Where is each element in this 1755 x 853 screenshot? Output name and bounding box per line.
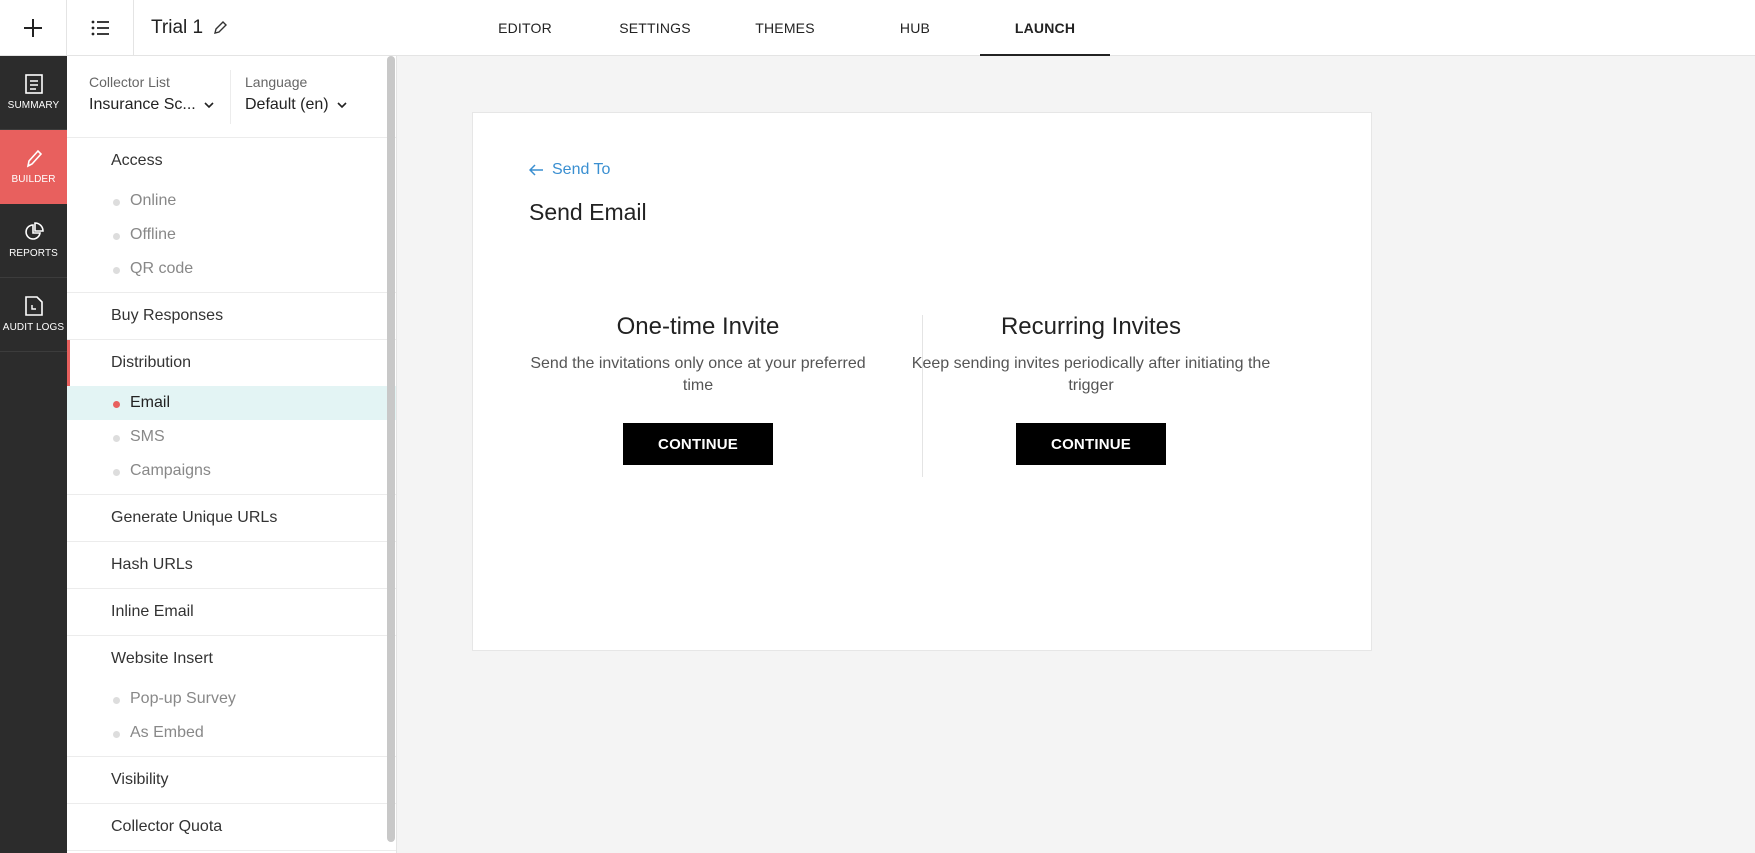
sidebar-item-popup-survey[interactable]: Pop-up Survey	[67, 682, 396, 716]
sidebar-item-online[interactable]: Online	[67, 184, 396, 218]
pie-chart-icon	[24, 222, 44, 240]
section-collector-quota: Collector Quota	[67, 804, 396, 851]
add-button[interactable]	[0, 0, 67, 55]
top-bar: Trial 1 EDITOR SETTINGS THEMES HUB LAUNC…	[0, 0, 1755, 56]
back-link-label: Send To	[552, 161, 611, 178]
rail-label: REPORTS	[9, 248, 58, 259]
rail-item-builder[interactable]: BUILDER	[0, 130, 67, 204]
language-select[interactable]: Language Default (en)	[245, 74, 347, 114]
audit-log-icon	[24, 296, 43, 316]
arrow-left-icon	[529, 164, 543, 176]
section-title-distribution[interactable]: Distribution	[67, 340, 396, 386]
section-title-buy-responses[interactable]: Buy Responses	[67, 293, 396, 339]
main-tabs: EDITOR SETTINGS THEMES HUB LAUNCH	[460, 0, 1110, 56]
send-email-card: Send To Send Email One-time Invite Send …	[472, 112, 1372, 651]
survey-title: Trial 1	[151, 0, 228, 55]
sidebar-scrollbar[interactable]	[387, 56, 395, 842]
sidebar-item-email[interactable]: Email	[67, 386, 396, 420]
one-time-invite-option: One-time Invite Send the invitations onl…	[518, 313, 878, 465]
tab-editor[interactable]: EDITOR	[460, 0, 590, 55]
collector-select[interactable]: Collector List Insurance Sc...	[89, 74, 214, 114]
left-rail: SUMMARY BUILDER REPORTS AUDIT LOGS	[0, 56, 67, 853]
option-description: Keep sending invites periodically after …	[911, 355, 1271, 394]
sidebar-item-qr-code[interactable]: QR code	[67, 252, 396, 286]
sidebar-item-offline[interactable]: Offline	[67, 218, 396, 252]
section-title-access[interactable]: Access	[67, 138, 396, 184]
sidebar-item-as-embed[interactable]: As Embed	[67, 716, 396, 750]
summary-icon	[24, 74, 43, 94]
launch-sidebar: Collector List Insurance Sc... Language …	[67, 56, 397, 853]
sidebar-item-campaigns[interactable]: Campaigns	[67, 454, 396, 488]
pencil-icon	[214, 21, 228, 34]
menu-button[interactable]	[67, 0, 134, 55]
rail-label: SUMMARY	[7, 100, 60, 111]
rail-label: AUDIT LOGS	[2, 322, 65, 333]
language-label: Language	[245, 74, 308, 90]
divider	[230, 70, 231, 124]
edit-title-button[interactable]	[213, 20, 228, 35]
collector-value[interactable]: Insurance Sc...	[89, 96, 214, 114]
section-unique-urls: Generate Unique URLs	[67, 495, 396, 542]
section-website-insert: Website Insert Pop-up Survey As Embed	[67, 636, 396, 757]
rail-item-summary[interactable]: SUMMARY	[0, 56, 67, 130]
option-title: One-time Invite	[616, 313, 780, 340]
back-link[interactable]: Send To	[529, 161, 610, 179]
language-value-text: Default (en)	[245, 96, 329, 113]
tab-hub[interactable]: HUB	[850, 0, 980, 55]
section-distribution: Distribution Email SMS Campaigns	[67, 340, 396, 495]
chevron-down-icon	[204, 101, 214, 108]
plus-icon	[24, 18, 42, 37]
section-title-unique-urls[interactable]: Generate Unique URLs	[67, 495, 396, 541]
survey-title-text: Trial 1	[151, 16, 204, 38]
section-title-collector-quota[interactable]: Collector Quota	[67, 804, 396, 850]
section-title-inline-email[interactable]: Inline Email	[67, 589, 396, 635]
rail-label: BUILDER	[11, 174, 56, 185]
rail-item-audit-logs[interactable]: AUDIT LOGS	[0, 278, 67, 352]
tab-settings[interactable]: SETTINGS	[590, 0, 720, 55]
section-title-hash-urls[interactable]: Hash URLs	[67, 542, 396, 588]
collector-value-text: Insurance Sc...	[89, 96, 196, 113]
list-icon	[91, 20, 109, 35]
section-buy-responses: Buy Responses	[67, 293, 396, 340]
pencil-icon	[26, 149, 42, 168]
language-value[interactable]: Default (en)	[245, 96, 347, 114]
section-inline-email: Inline Email	[67, 589, 396, 636]
one-time-continue-button[interactable]: CONTINUE	[623, 423, 773, 465]
page-title: Send Email	[529, 199, 647, 225]
rail-item-reports[interactable]: REPORTS	[0, 204, 67, 278]
section-access: Access Online Offline QR code	[67, 138, 396, 293]
tab-launch[interactable]: LAUNCH	[980, 0, 1110, 56]
section-title-visibility[interactable]: Visibility	[67, 757, 396, 803]
section-visibility: Visibility	[67, 757, 396, 804]
option-title: Recurring Invites	[1000, 313, 1182, 340]
collector-label: Collector List	[89, 74, 170, 90]
option-description: Send the invitations only once at your p…	[530, 355, 866, 394]
sidebar-header: Collector List Insurance Sc... Language …	[67, 56, 396, 138]
tab-themes[interactable]: THEMES	[720, 0, 850, 55]
recurring-invites-option: Recurring Invites Keep sending invites p…	[911, 313, 1271, 465]
recurring-continue-button[interactable]: CONTINUE	[1016, 423, 1166, 465]
sidebar-item-sms[interactable]: SMS	[67, 420, 396, 454]
section-title-website-insert[interactable]: Website Insert	[67, 636, 396, 682]
section-hash-urls: Hash URLs	[67, 542, 396, 589]
chevron-down-icon	[337, 101, 347, 108]
